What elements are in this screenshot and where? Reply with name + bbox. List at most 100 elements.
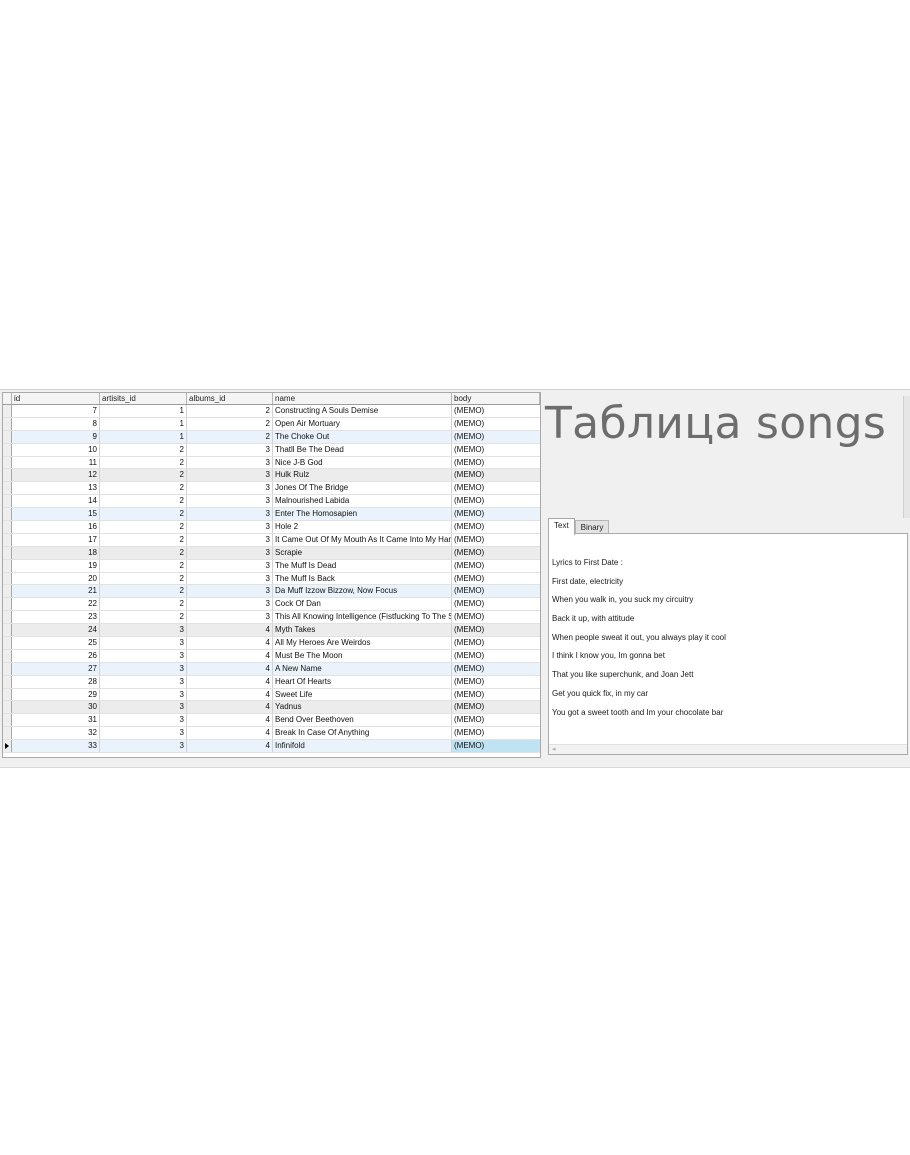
table-row[interactable]: 7 1 2 Constructing A Souls Demise (MEMO) [3, 405, 540, 418]
cell-name[interactable]: Jones Of The Bridge [273, 482, 452, 495]
row-indicator-cell[interactable] [3, 637, 12, 649]
table-row[interactable]: 28 3 4 Heart Of Hearts (MEMO) [3, 675, 540, 689]
cell-name[interactable]: Bend Over Beethoven [273, 714, 452, 727]
column-header-body[interactable]: body [452, 393, 540, 404]
cell-albums-id[interactable]: 3 [187, 521, 273, 533]
cell-artisits-id[interactable]: 2 [100, 533, 187, 546]
row-indicator-cell[interactable] [3, 443, 12, 456]
cell-artisits-id[interactable]: 3 [100, 637, 187, 649]
table-row[interactable]: 22 2 3 Cock Of Dan (MEMO) [3, 598, 540, 612]
cell-name[interactable]: Infinifold [273, 740, 452, 753]
cell-body[interactable]: (MEMO) [452, 585, 540, 597]
row-indicator-cell[interactable] [3, 740, 12, 753]
cell-artisits-id[interactable]: 3 [100, 701, 187, 714]
cell-body[interactable]: (MEMO) [452, 740, 540, 753]
cell-body[interactable]: (MEMO) [452, 521, 540, 533]
table-row[interactable]: 16 2 3 Hole 2 (MEMO) [3, 521, 540, 534]
cell-id[interactable]: 30 [12, 701, 100, 714]
cell-artisits-id[interactable]: 2 [100, 546, 187, 559]
row-indicator-cell[interactable] [3, 495, 12, 508]
cell-body[interactable]: (MEMO) [452, 418, 540, 430]
cell-albums-id[interactable]: 3 [187, 508, 273, 521]
table-row[interactable]: 15 2 3 Enter The Homosapien (MEMO) [3, 508, 540, 522]
cell-id[interactable]: 31 [12, 714, 100, 727]
column-header-id[interactable]: id [12, 393, 100, 404]
row-indicator-cell[interactable] [3, 469, 12, 482]
cell-name[interactable]: Scrapie [273, 546, 452, 559]
cell-name[interactable]: It Came Out Of My Mouth As It Came Into … [273, 533, 452, 546]
cell-artisits-id[interactable]: 3 [100, 714, 187, 727]
cell-name[interactable]: Hole 2 [273, 521, 452, 533]
cell-id[interactable]: 28 [12, 675, 100, 688]
panel-vertical-scrollbar[interactable] [903, 396, 910, 518]
cell-name[interactable]: Yadnus [273, 701, 452, 714]
cell-body[interactable]: (MEMO) [452, 573, 540, 585]
table-row[interactable]: 13 2 3 Jones Of The Bridge (MEMO) [3, 482, 540, 496]
cell-albums-id[interactable]: 4 [187, 688, 273, 701]
cell-albums-id[interactable]: 3 [187, 495, 273, 508]
cell-id[interactable]: 23 [12, 611, 100, 624]
cell-artisits-id[interactable]: 3 [100, 727, 187, 740]
memo-text-editor[interactable]: Lyrics to First Date : First date, electr… [548, 533, 908, 755]
cell-albums-id[interactable]: 2 [187, 430, 273, 443]
cell-body[interactable]: (MEMO) [452, 457, 540, 469]
cell-albums-id[interactable]: 4 [187, 740, 273, 753]
table-row[interactable]: 14 2 3 Malnourished Labida (MEMO) [3, 495, 540, 509]
table-row[interactable]: 26 3 4 Must Be The Moon (MEMO) [3, 649, 540, 663]
cell-name[interactable]: Enter The Homosapien [273, 508, 452, 521]
cell-body[interactable]: (MEMO) [452, 598, 540, 610]
cell-artisits-id[interactable]: 2 [100, 456, 187, 469]
table-row[interactable]: 25 3 4 All My Heroes Are Weirdos (MEMO) [3, 637, 540, 650]
cell-id[interactable]: 21 [12, 585, 100, 598]
table-row[interactable]: 17 2 3 It Came Out Of My Mouth As It Came I… [3, 533, 540, 547]
cell-artisits-id[interactable]: 3 [100, 662, 187, 675]
cell-id[interactable]: 10 [12, 443, 100, 456]
cell-albums-id[interactable]: 2 [187, 417, 273, 430]
cell-artisits-id[interactable]: 3 [100, 688, 187, 701]
cell-artisits-id[interactable]: 2 [100, 508, 187, 521]
table-row[interactable]: 12 2 3 Hulk Rulz (MEMO) [3, 469, 540, 483]
cell-id[interactable]: 33 [12, 740, 100, 753]
cell-albums-id[interactable]: 2 [187, 405, 273, 417]
tab-text[interactable]: Text [548, 518, 575, 535]
cell-name[interactable]: Heart Of Hearts [273, 675, 452, 688]
cell-id[interactable]: 15 [12, 508, 100, 521]
cell-name[interactable]: Thatll Be The Dead [273, 443, 452, 456]
songs-data-grid[interactable]: id artisits_id albums_id name body 7 1 2 Co… [2, 392, 541, 758]
cell-body[interactable]: (MEMO) [452, 624, 540, 636]
table-row[interactable]: 27 3 4 A New Name (MEMO) [3, 662, 540, 676]
cell-id[interactable]: 17 [12, 533, 100, 546]
row-indicator-cell[interactable] [3, 405, 12, 417]
cell-albums-id[interactable]: 3 [187, 456, 273, 469]
cell-artisits-id[interactable]: 2 [100, 443, 187, 456]
row-indicator-cell[interactable] [3, 662, 12, 675]
cell-name[interactable]: The Choke Out [273, 430, 452, 443]
cell-albums-id[interactable]: 4 [187, 637, 273, 649]
cell-artisits-id[interactable]: 2 [100, 469, 187, 482]
column-header-artisits-id[interactable]: artisits_id [100, 393, 187, 404]
cell-name[interactable]: Cock Of Dan [273, 598, 452, 611]
cell-body[interactable]: (MEMO) [452, 701, 540, 713]
cell-albums-id[interactable]: 3 [187, 546, 273, 559]
row-indicator-cell[interactable] [3, 572, 12, 585]
cell-artisits-id[interactable]: 3 [100, 675, 187, 688]
cell-name[interactable]: All My Heroes Are Weirdos [273, 637, 452, 649]
cell-id[interactable]: 29 [12, 688, 100, 701]
cell-albums-id[interactable]: 4 [187, 701, 273, 714]
cell-artisits-id[interactable]: 2 [100, 585, 187, 598]
memo-horizontal-scrollbar[interactable]: ◂ [549, 744, 907, 754]
cell-id[interactable]: 24 [12, 624, 100, 637]
row-indicator-cell[interactable] [3, 546, 12, 559]
cell-artisits-id[interactable]: 2 [100, 559, 187, 572]
cell-body[interactable]: (MEMO) [452, 405, 540, 417]
row-indicator-cell[interactable] [3, 624, 12, 637]
row-indicator-cell[interactable] [3, 430, 12, 443]
table-row[interactable]: 9 1 2 The Choke Out (MEMO) [3, 430, 540, 444]
cell-id[interactable]: 14 [12, 495, 100, 508]
table-row[interactable]: 32 3 4 Break In Case Of Anything (MEMO) [3, 727, 540, 741]
cell-body[interactable]: (MEMO) [452, 469, 540, 481]
cell-name[interactable]: A New Name [273, 662, 452, 675]
cell-body[interactable]: (MEMO) [452, 637, 540, 649]
table-row[interactable]: 30 3 4 Yadnus (MEMO) [3, 701, 540, 715]
cell-body[interactable]: (MEMO) [452, 650, 540, 662]
